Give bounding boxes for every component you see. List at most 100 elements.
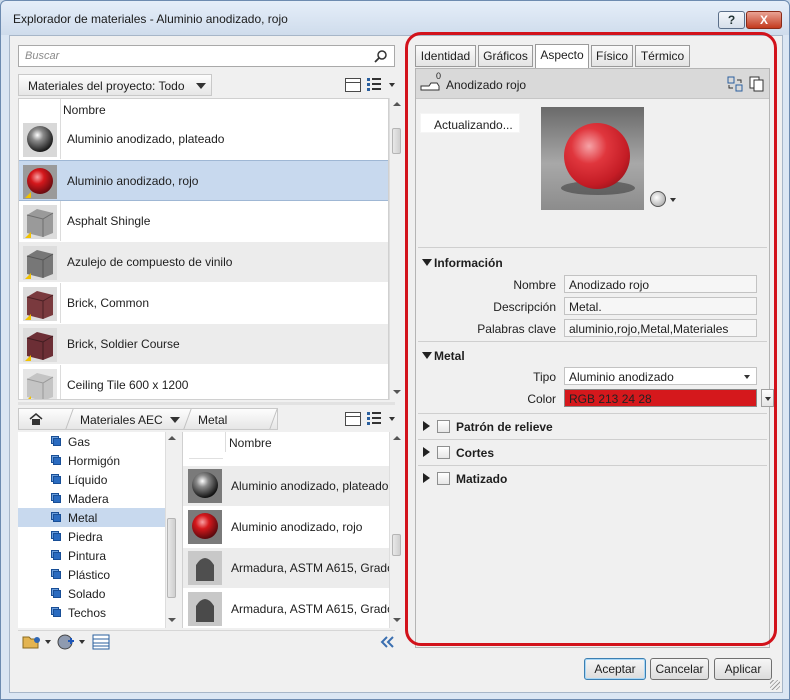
preview-options-caret-icon[interactable]	[670, 198, 676, 202]
list-item[interactable]: Brick, Soldier Course	[19, 324, 388, 365]
preview-scene-icon[interactable]	[650, 191, 666, 207]
collapse-library-icon[interactable]	[380, 636, 394, 648]
list-item[interactable]: Armadura, ASTM A615, Grado 60	[183, 548, 392, 588]
asset-browser-icon[interactable]	[92, 634, 110, 650]
list-item[interactable]: Ceiling Tile 600 x 1200	[19, 365, 388, 399]
project-list-scrollbar[interactable]	[389, 98, 403, 400]
relief-pattern-checkbox[interactable]	[437, 420, 450, 433]
folder-icon	[51, 531, 61, 541]
list-item[interactable]: Brick, Common	[19, 283, 388, 324]
tint-checkbox[interactable]	[437, 472, 450, 485]
scroll-down-icon[interactable]	[168, 618, 176, 622]
replace-asset-icon[interactable]	[727, 76, 743, 92]
tree-scrollbar[interactable]	[165, 432, 178, 628]
ok-button[interactable]: Aceptar	[584, 658, 646, 680]
library-list-scrollbar[interactable]	[389, 432, 403, 628]
cancel-button[interactable]: Cancelar	[650, 658, 709, 680]
sphere-silver-thumbnail	[23, 123, 57, 157]
list-item-selected[interactable]: Aluminio anodizado, rojo	[19, 160, 388, 201]
home-icon[interactable]	[29, 413, 43, 425]
list-item[interactable]: Aluminio anodizado, plateado	[183, 466, 392, 506]
title-bar[interactable]: Explorador de materiales - Aluminio anod…	[1, 1, 789, 35]
column-name-header: Nombre	[63, 103, 106, 117]
breadcrumb-separator	[269, 409, 278, 429]
library-folder-icon[interactable]	[22, 634, 42, 650]
project-materials-filter[interactable]: Materiales del proyecto: Todo	[18, 74, 212, 96]
chevron-down-icon[interactable]	[170, 417, 180, 423]
folder-icon	[51, 493, 61, 503]
tree-item-hormigon[interactable]: Hormigón	[18, 451, 165, 470]
bullet-grey-thumbnail	[188, 592, 222, 626]
color-swatch-field[interactable]: RGB 213 24 28	[564, 389, 757, 407]
material-name: Armadura, ASTM A615, Grado 60	[231, 561, 392, 575]
duplicate-asset-icon[interactable]	[749, 76, 765, 92]
resize-grip[interactable]	[770, 680, 780, 690]
apply-button[interactable]: Aplicar	[714, 658, 772, 680]
tree-item-pintura[interactable]: Pintura	[18, 546, 165, 565]
show-hide-library-icon[interactable]	[345, 78, 361, 92]
scroll-up-icon[interactable]	[393, 436, 401, 440]
name-field[interactable]: Anodizado rojo	[564, 275, 757, 293]
help-button[interactable]: ?	[718, 11, 745, 29]
library-breadcrumb[interactable]: Materiales AEC Metal	[18, 408, 278, 430]
tab-aspecto[interactable]: Aspecto	[535, 44, 589, 68]
tree-item-label: Metal	[68, 511, 98, 525]
tab-graficos[interactable]: Gráficos	[478, 45, 533, 67]
scrollbar-thumb[interactable]	[392, 534, 401, 556]
breadcrumb-separator	[65, 409, 74, 429]
tab-termico[interactable]: Térmico	[635, 45, 690, 67]
scrollbar-thumb[interactable]	[167, 518, 176, 598]
library-view-options-icon[interactable]	[367, 412, 385, 426]
tree-item-label: Madera	[68, 492, 109, 506]
list-item[interactable]: Armadura, ASTM A615, Grado 75	[183, 589, 392, 628]
pane-splitter[interactable]	[18, 402, 395, 405]
scroll-down-icon[interactable]	[393, 390, 401, 394]
tree-item-metal[interactable]: Metal	[18, 508, 165, 527]
library-view-caret-icon[interactable]	[389, 417, 395, 421]
tab-fisico[interactable]: Físico	[591, 45, 633, 67]
tab-identidad[interactable]: Identidad	[415, 45, 476, 67]
list-item[interactable]: Azulejo de compuesto de vinilo	[19, 242, 388, 283]
library-panel-toggle-icon[interactable]	[345, 412, 361, 426]
library-menu-caret-icon[interactable]	[45, 640, 51, 644]
partial-thumbnail	[189, 452, 223, 459]
view-options-caret-icon[interactable]	[389, 83, 395, 87]
tree-item-madera[interactable]: Madera	[18, 489, 165, 508]
description-field[interactable]: Metal.	[564, 297, 757, 315]
view-options-icon[interactable]	[367, 78, 385, 92]
material-preview[interactable]	[541, 107, 644, 210]
material-name: Azulejo de compuesto de vinilo	[67, 255, 233, 269]
scrollbar-thumb[interactable]	[392, 128, 401, 154]
tree-item-piedra[interactable]: Piedra	[18, 527, 165, 546]
cutouts-checkbox[interactable]	[437, 446, 450, 459]
project-materials-list: Nombre Aluminio anodizado, plateado Alum…	[18, 98, 389, 400]
scroll-up-icon[interactable]	[393, 102, 401, 106]
folder-icon	[51, 436, 61, 446]
list-item[interactable]: Aluminio anodizado, plateado	[19, 119, 388, 160]
create-menu-caret-icon[interactable]	[79, 640, 85, 644]
collapsed-triangle-icon	[423, 473, 430, 483]
scroll-down-icon[interactable]	[393, 618, 401, 622]
scroll-up-icon[interactable]	[168, 436, 176, 440]
list-header[interactable]: Nombre	[19, 99, 388, 119]
tree-item-liquido[interactable]: Líquido	[18, 470, 165, 489]
search-input[interactable]: Buscar	[18, 45, 395, 67]
tree-item-plastico[interactable]: Plástico	[18, 565, 165, 584]
updating-label: Actualizando...	[434, 118, 513, 132]
tree-item-gas[interactable]: Gas	[18, 432, 165, 451]
section-title: Patrón de relieve	[456, 420, 553, 434]
list-item[interactable]: Aluminio anodizado, rojo	[183, 507, 392, 547]
create-material-icon[interactable]	[56, 633, 76, 651]
type-select[interactable]: Aluminio anodizado	[564, 367, 757, 385]
tree-item-techos[interactable]: Techos	[18, 603, 165, 622]
color-options-button[interactable]	[761, 389, 774, 407]
divider	[418, 247, 767, 248]
asset-header: 0 Anodizado rojo	[416, 69, 769, 99]
close-button[interactable]: X	[746, 11, 782, 29]
keywords-field[interactable]: aluminio,rojo,Metal,Materiales	[564, 319, 757, 337]
list-item[interactable]: Asphalt Shingle	[19, 201, 388, 242]
breadcrumb-library[interactable]: Materiales AEC	[80, 413, 163, 427]
tree-item-solado[interactable]: Solado	[18, 584, 165, 603]
breadcrumb-category[interactable]: Metal	[198, 413, 227, 427]
type-value: Aluminio anodizado	[569, 370, 674, 384]
